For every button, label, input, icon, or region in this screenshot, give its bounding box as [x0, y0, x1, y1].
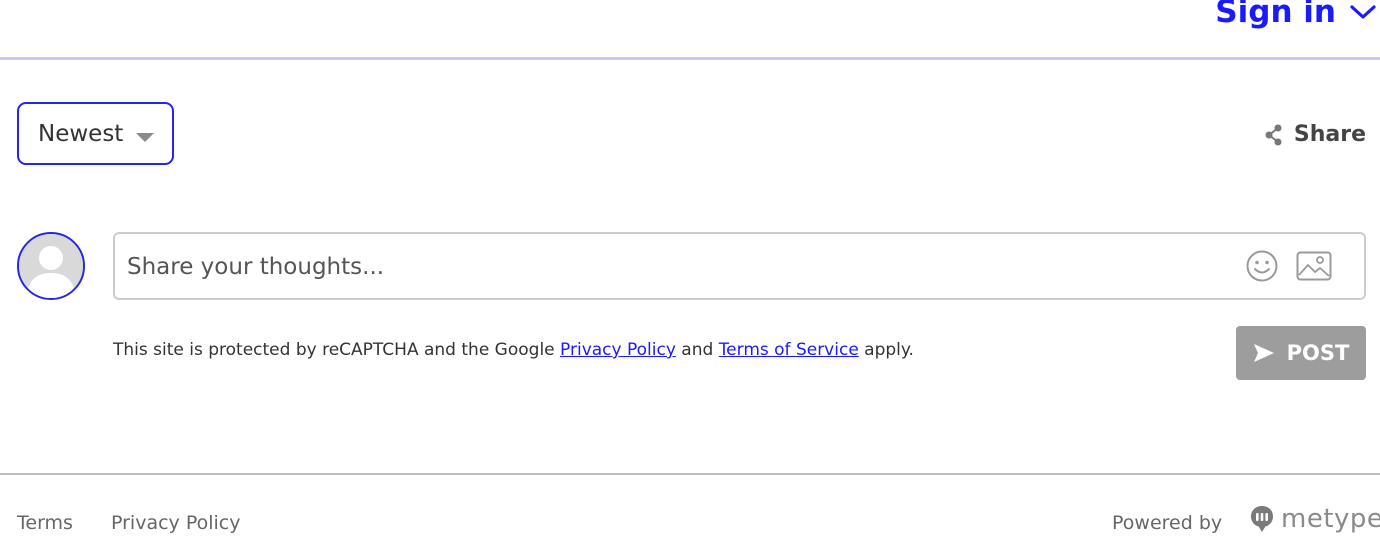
image-upload-button[interactable]	[1296, 251, 1332, 285]
footer-terms-link[interactable]: Terms	[17, 512, 73, 534]
send-icon	[1253, 344, 1274, 362]
share-icon	[1265, 124, 1282, 145]
terms-of-service-link[interactable]: Terms of Service	[719, 340, 859, 360]
notice-suffix: apply.	[858, 340, 914, 360]
avatar	[17, 232, 85, 300]
metype-logo-icon	[1251, 506, 1273, 532]
share-label: Share	[1293, 122, 1366, 147]
post-label: POST	[1286, 341, 1350, 365]
image-icon	[1296, 251, 1332, 281]
post-button[interactable]: POST	[1236, 326, 1366, 380]
comment-box	[113, 232, 1366, 300]
header-divider	[0, 57, 1380, 60]
emoji-button[interactable]	[1245, 249, 1279, 287]
notice-prefix: This site is protected by reCAPTCHA and …	[113, 340, 561, 360]
metype-brand-link[interactable]: metype	[1249, 504, 1380, 534]
share-button[interactable]: Share	[1264, 122, 1366, 147]
sign-in-button[interactable]: Sign in	[1215, 0, 1376, 30]
recaptcha-notice: This site is protected by reCAPTCHA and …	[113, 340, 914, 360]
footer-privacy-link[interactable]: Privacy Policy	[111, 512, 240, 534]
sign-in-label: Sign in	[1215, 0, 1336, 30]
metype-brand-name: metype	[1281, 504, 1380, 534]
emoji-icon	[1246, 250, 1278, 282]
powered-by-label: Powered by	[1112, 512, 1223, 534]
chevron-down-icon	[1350, 5, 1376, 19]
footer-divider	[0, 473, 1380, 475]
sort-dropdown[interactable]: Newest	[17, 102, 174, 165]
notice-middle: and	[675, 340, 719, 360]
privacy-policy-link[interactable]: Privacy Policy	[560, 340, 676, 360]
caret-down-icon	[136, 133, 154, 142]
avatar-placeholder-icon	[19, 234, 83, 298]
sort-selected-value: Newest	[38, 120, 124, 147]
comment-input[interactable]	[125, 234, 1229, 300]
